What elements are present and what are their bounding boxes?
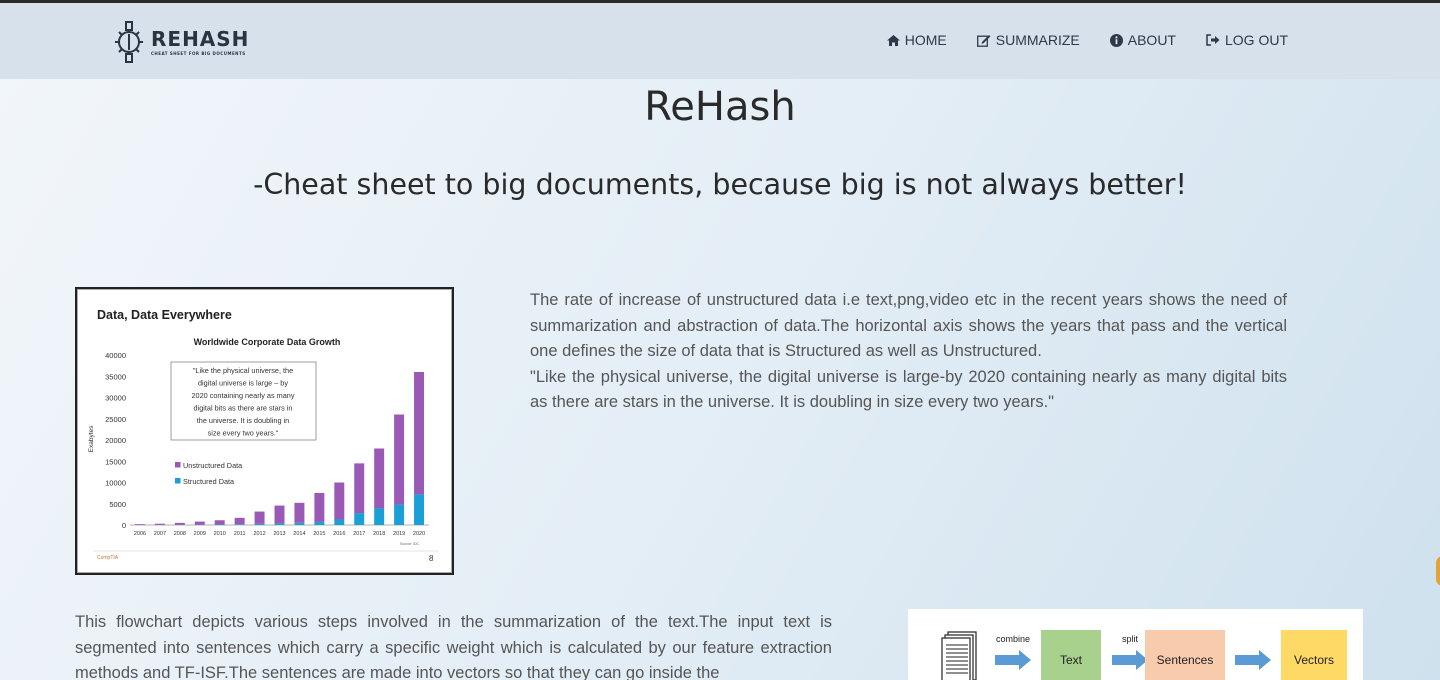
nav-logout-label: LOG OUT [1224,32,1288,48]
logout-icon [1206,34,1220,46]
bar-unstructured [394,414,405,505]
bar-structured [254,523,265,525]
bar-structured [414,494,425,525]
y-tick-label: 10000 [105,479,126,488]
x-tick-label: 2012 [253,531,265,537]
flow-step-label: Text [1060,653,1083,667]
chart-description: The rate of increase of unstructured dat… [530,288,1287,416]
bar-unstructured [154,523,165,525]
floating-widget-handle[interactable] [1436,556,1440,586]
x-tick-label: 2015 [313,531,325,537]
legend-label: Structured Data [183,477,235,486]
slide-footer-brand: CompTIA [97,555,119,561]
x-tick-label: 2017 [353,531,365,537]
flowchart-description: This flowchart depicts various steps inv… [75,610,832,680]
bar-unstructured [414,372,425,495]
legend-swatch [175,478,181,484]
bar-structured [294,522,305,525]
bar-structured [374,508,385,525]
page-subtitle: -Cheat sheet to big documents, because b… [253,168,1187,201]
bar-structured [354,513,365,525]
bar-structured [234,524,245,525]
bar-unstructured [254,511,265,524]
summarization-flowchart: combine split Text Sentences Vectors [941,630,1347,680]
bar-unstructured [134,524,145,525]
nav-home[interactable]: HOME [886,32,947,48]
y-tick-label: 25000 [105,415,126,424]
chart-title: Worldwide Corporate Data Growth [194,337,341,347]
nav-logout[interactable]: LOG OUT [1206,32,1288,48]
x-tick-label: 2013 [273,531,285,537]
data-growth-chart-image: Data, Data Everywhere Worldwide Corporate… [75,287,454,575]
bar-unstructured [294,502,305,523]
chart-description-text: The rate of increase of unstructured dat… [530,291,1287,361]
navbar: REHASH CHEAT SHEET FOR BIG DOCUMENTS HOM… [0,3,1440,79]
y-tick-label: 0 [122,521,126,530]
bar-unstructured [314,492,325,522]
x-tick-label: 2018 [373,531,385,537]
x-tick-label: 2016 [333,531,345,537]
y-tick-label: 5000 [109,500,126,509]
chart-source: Source: IDC [400,542,420,546]
bar-structured [394,504,405,525]
flow-arrow [995,650,1031,670]
y-tick-label: 15000 [105,457,126,466]
chart-slide-title: Data, Data Everywhere [97,308,232,322]
y-tick-label: 35000 [105,372,126,381]
bar-structured [214,524,225,525]
x-tick-label: 2019 [393,531,405,537]
brand-name: REHASH [151,26,250,51]
nav-summarize[interactable]: SUMMARIZE [976,32,1080,48]
x-tick-label: 2014 [293,531,305,537]
flowchart-description-text: This flowchart depicts various steps inv… [75,613,832,680]
bar-unstructured [334,482,345,520]
x-tick-label: 2011 [234,531,246,537]
x-tick-label: 2008 [174,531,186,537]
bar-unstructured [194,521,205,525]
x-tick-label: 2010 [214,531,226,537]
x-tick-label: 2009 [194,531,206,537]
y-tick-label: 20000 [105,436,126,445]
legend-label: Unstructured Data [183,461,243,470]
flow-step-label: Sentences [1157,653,1214,667]
x-tick-label: 2020 [413,531,425,537]
brand-logo[interactable]: REHASH CHEAT SHEET FOR BIG DOCUMENTS [113,20,249,64]
edit-icon [976,34,991,47]
flow-arrow [1235,650,1271,670]
x-tick-label: 2006 [134,531,146,537]
y-tick-label: 40000 [105,351,126,360]
bar-unstructured [274,505,285,524]
bar-structured [334,519,345,525]
info-icon [1109,33,1123,47]
bar-unstructured [174,522,185,525]
bar-unstructured [234,517,245,525]
main-nav: HOME SUMMARIZE ABOUT LOG OUT [857,32,1288,48]
bar-structured [274,523,285,525]
flow-arrow [1112,650,1148,670]
page-title: ReHash [644,84,796,130]
nav-about-label: ABOUT [1127,32,1176,48]
data-growth-chart: Data, Data Everywhere Worldwide Corporate… [88,308,439,563]
documents-icon [941,631,977,680]
slide-page-number: 8 [429,554,434,563]
nav-home-label: HOME [904,32,947,48]
summarization-flowchart-image: combine split Text Sentences Vectors [908,609,1363,680]
bar-unstructured [354,463,365,514]
x-tick-label: 2007 [154,531,166,537]
nav-summarize-label: SUMMARIZE [995,32,1080,48]
y-tick-label: 30000 [105,394,126,403]
legend-swatch [175,462,181,468]
y-axis-label: Exabytes [88,425,95,452]
nav-about[interactable]: ABOUT [1109,32,1176,48]
chart-description-quote: "Like the physical universe, the digital… [530,367,1287,412]
bar-structured [314,521,325,525]
bar-unstructured [214,520,225,525]
brand-tagline: CHEAT SHEET FOR BIG DOCUMENTS [151,50,246,56]
gear-wrench-logo-icon [115,21,143,63]
flow-arrow-label: split [1122,634,1139,644]
bar-unstructured [374,448,385,509]
flow-arrow-label: combine [996,634,1030,644]
home-icon [886,34,900,46]
flow-step-label: Vectors [1294,653,1334,667]
